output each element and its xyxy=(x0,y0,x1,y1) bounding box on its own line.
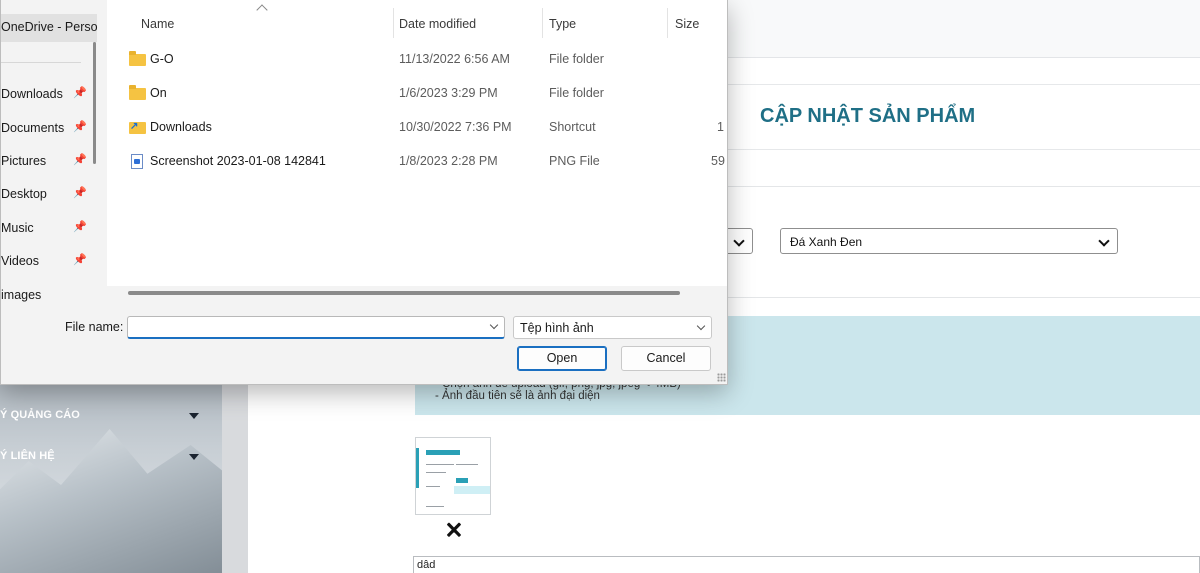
delete-image-icon[interactable]: 🗙 xyxy=(444,519,464,539)
file-row[interactable]: On 1/6/2023 3:29 PM File folder xyxy=(107,77,727,111)
file-row[interactable]: Downloads 10/30/2022 7:36 PM Shortcut 1 xyxy=(107,111,727,145)
caret-down-icon xyxy=(189,413,199,419)
nav-item-label: Videos xyxy=(1,254,39,268)
resize-grip-icon[interactable] xyxy=(717,373,726,382)
sidebar-item-quang-cao[interactable]: Ý QUẢNG CÁO xyxy=(0,406,222,426)
file-name-input[interactable] xyxy=(127,316,505,339)
file-open-dialog: OneDrive - Perso Downloads 📌 Documents 📌… xyxy=(0,0,728,385)
chevron-down-icon xyxy=(696,321,706,331)
file-size: 1 xyxy=(717,120,724,134)
select-value: Đá Xanh Đen xyxy=(790,235,863,249)
nav-item-label: Music xyxy=(1,221,34,235)
navigation-pane: OneDrive - Perso Downloads 📌 Documents 📌… xyxy=(1,0,102,302)
cancel-button[interactable]: Cancel xyxy=(621,346,711,371)
caret-down-icon xyxy=(189,454,199,460)
nav-item-label: Documents xyxy=(1,121,65,135)
file-row[interactable]: Screenshot 2023-01-08 142841 1/8/2023 2:… xyxy=(107,145,727,179)
nav-item-documents[interactable]: Documents 📌 xyxy=(1,115,97,143)
file-name: Screenshot 2023-01-08 142841 xyxy=(150,154,326,168)
file-date: 1/6/2023 3:29 PM xyxy=(399,86,498,100)
column-header-label: Size xyxy=(675,17,700,31)
nav-item-label: Desktop xyxy=(1,187,47,201)
file-type: Shortcut xyxy=(549,120,596,134)
file-row[interactable]: G-O 11/13/2022 6:56 AM File folder xyxy=(107,43,727,77)
file-size: 59 xyxy=(711,154,725,168)
info-line-2: - Ảnh đầu tiên sẽ là ảnh đại diện xyxy=(435,390,600,402)
file-name: G-O xyxy=(150,52,174,66)
column-header-name[interactable]: Name xyxy=(107,0,393,44)
nav-divider xyxy=(1,62,81,63)
column-header-date[interactable]: Date modified xyxy=(394,0,542,44)
color-select[interactable]: Đá Xanh Đen xyxy=(780,228,1118,254)
page-title: CẬP NHẬT SẢN PHẨM xyxy=(760,105,976,127)
nav-scrollbar[interactable] xyxy=(93,42,96,164)
file-date: 11/13/2022 6:56 AM xyxy=(399,52,510,66)
sidebar-item-lien-he[interactable]: Ý LIÊN HỆ xyxy=(0,447,222,467)
chevron-down-icon xyxy=(733,235,745,247)
file-list: Name Date modified Type Size G-O 11/13/2… xyxy=(107,0,727,302)
chevron-down-icon xyxy=(1098,235,1110,247)
shortcut-icon xyxy=(129,122,146,134)
uploaded-image-thumbnail[interactable] xyxy=(415,437,491,515)
text-field-value: dâd xyxy=(417,559,436,571)
png-file-icon xyxy=(131,154,143,169)
file-type: File folder xyxy=(549,52,604,66)
nav-item-pictures[interactable]: Pictures 📌 xyxy=(1,148,97,176)
top-bar xyxy=(700,0,1200,58)
file-name-label: File name: xyxy=(65,320,124,334)
product-text-field[interactable]: dâd xyxy=(413,556,1200,573)
column-header-label: Name xyxy=(141,17,175,31)
nav-item-images[interactable]: images xyxy=(1,282,97,302)
file-name: Downloads xyxy=(150,120,212,134)
sidebar-item-label: Ý LIÊN HỆ xyxy=(0,450,55,462)
horizontal-scrollbar-thumb[interactable] xyxy=(128,291,680,295)
nav-item-music[interactable]: Music 📌 xyxy=(1,215,97,243)
file-type-select[interactable]: Tệp hình ảnh xyxy=(513,316,712,339)
sidebar-item-label: Ý QUẢNG CÁO xyxy=(0,409,80,421)
open-button[interactable]: Open xyxy=(517,346,607,371)
nav-item-label: OneDrive - Perso xyxy=(1,20,98,34)
file-type: File folder xyxy=(549,86,604,100)
column-header-label: Type xyxy=(549,17,577,31)
pin-icon: 📌 xyxy=(73,187,87,199)
pin-icon: 📌 xyxy=(73,121,87,133)
pin-icon: 📌 xyxy=(73,154,87,166)
file-type-value: Tệp hình ảnh xyxy=(520,321,594,335)
column-header-label: Date modified xyxy=(399,17,477,31)
file-name: On xyxy=(150,86,167,100)
nav-item-downloads[interactable]: Downloads 📌 xyxy=(1,81,97,109)
pin-icon: 📌 xyxy=(73,87,87,99)
folder-icon xyxy=(129,51,146,66)
file-type: PNG File xyxy=(549,154,600,168)
sort-ascending-icon xyxy=(256,4,268,16)
column-header-type[interactable]: Type xyxy=(543,0,665,44)
pin-icon: 📌 xyxy=(73,221,87,233)
file-date: 1/8/2023 2:28 PM xyxy=(399,154,498,168)
nav-item-label: images xyxy=(1,288,42,302)
folder-icon xyxy=(129,85,146,100)
pin-icon: 📌 xyxy=(73,254,87,266)
nav-item-videos[interactable]: Videos 📌 xyxy=(1,248,97,276)
column-header-size[interactable]: Size xyxy=(668,0,727,44)
nav-item-desktop[interactable]: Desktop 📌 xyxy=(1,181,97,209)
file-date: 10/30/2022 7:36 PM xyxy=(399,120,512,134)
nav-item-label: Pictures xyxy=(1,154,47,168)
nav-item-onedrive[interactable]: OneDrive - Perso xyxy=(1,14,98,42)
sidebar-background-image xyxy=(0,429,222,573)
nav-item-label: Downloads xyxy=(1,87,63,101)
